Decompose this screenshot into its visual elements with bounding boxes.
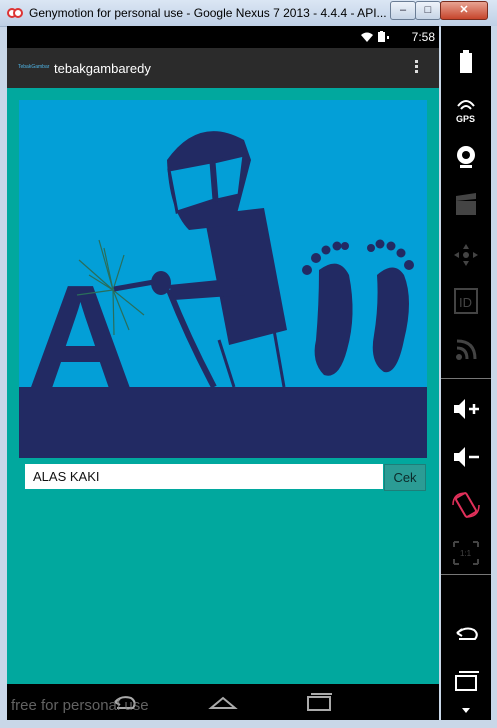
window-border-bottom: [0, 720, 497, 728]
id-label: ID: [459, 295, 472, 310]
toolbar-separator: [441, 378, 491, 379]
toolbar-separator: [441, 574, 491, 575]
minimize-button[interactable]: –: [390, 1, 416, 20]
window-titlebar: Genymotion for personal use - Google Nex…: [0, 0, 497, 27]
gps-label: GPS: [456, 114, 475, 124]
battery-icon[interactable]: [448, 48, 484, 78]
overflow-menu-icon[interactable]: [413, 60, 419, 76]
pixel-perfect-glyph: 1:1: [453, 541, 479, 565]
puzzle-picture: A: [19, 100, 427, 458]
game-content: A ALAS KAKI Cek: [7, 88, 439, 684]
window-border: [491, 26, 497, 728]
volume-down-icon[interactable]: [448, 442, 484, 472]
volume-up-icon[interactable]: [448, 394, 484, 424]
gps-signal-icon: GPS: [456, 100, 475, 124]
pixel-label: 1:1: [460, 549, 472, 558]
action-bar: TebakGambar tebakgambaredy: [7, 48, 439, 88]
app-icon: TebakGambar: [18, 64, 50, 70]
recent-apps-icon[interactable]: [448, 668, 484, 698]
back-icon[interactable]: [448, 620, 484, 650]
genymotion-toolbar: GPS ID 1:1: [441, 26, 491, 720]
status-time: 7:58: [411, 30, 435, 44]
dpad-icon[interactable]: [448, 240, 484, 270]
genymotion-logo-icon: [7, 8, 23, 18]
close-button[interactable]: ✕: [440, 1, 488, 20]
maximize-button[interactable]: □: [415, 1, 441, 20]
puzzle-illustration: A: [19, 131, 427, 458]
home-icon[interactable]: [206, 690, 240, 714]
app-title: tebakgambaredy: [54, 61, 151, 76]
wifi-battery-icon: [361, 31, 389, 42]
check-button[interactable]: Cek: [384, 464, 426, 491]
watermark: free for personal use: [11, 697, 149, 714]
rss-icon[interactable]: [448, 334, 484, 364]
android-screen: 7:58 TebakGambar tebakgambaredy A ALAS K…: [7, 26, 439, 720]
picture-letter: A: [27, 255, 134, 420]
window-title: Genymotion for personal use - Google Nex…: [29, 6, 387, 20]
answer-input[interactable]: ALAS KAKI: [25, 464, 383, 489]
status-bar: 7:58: [7, 26, 439, 48]
recent-apps-nav-icon[interactable]: [302, 690, 336, 714]
webcam-icon[interactable]: [448, 142, 484, 172]
id-card-icon: ID: [454, 288, 478, 314]
pixel-perfect-icon[interactable]: 1:1: [448, 538, 484, 568]
id-icon[interactable]: ID: [448, 286, 484, 316]
gps-icon[interactable]: GPS: [448, 96, 484, 126]
clapper-icon[interactable]: [448, 190, 484, 220]
rotate-icon[interactable]: [448, 490, 484, 520]
